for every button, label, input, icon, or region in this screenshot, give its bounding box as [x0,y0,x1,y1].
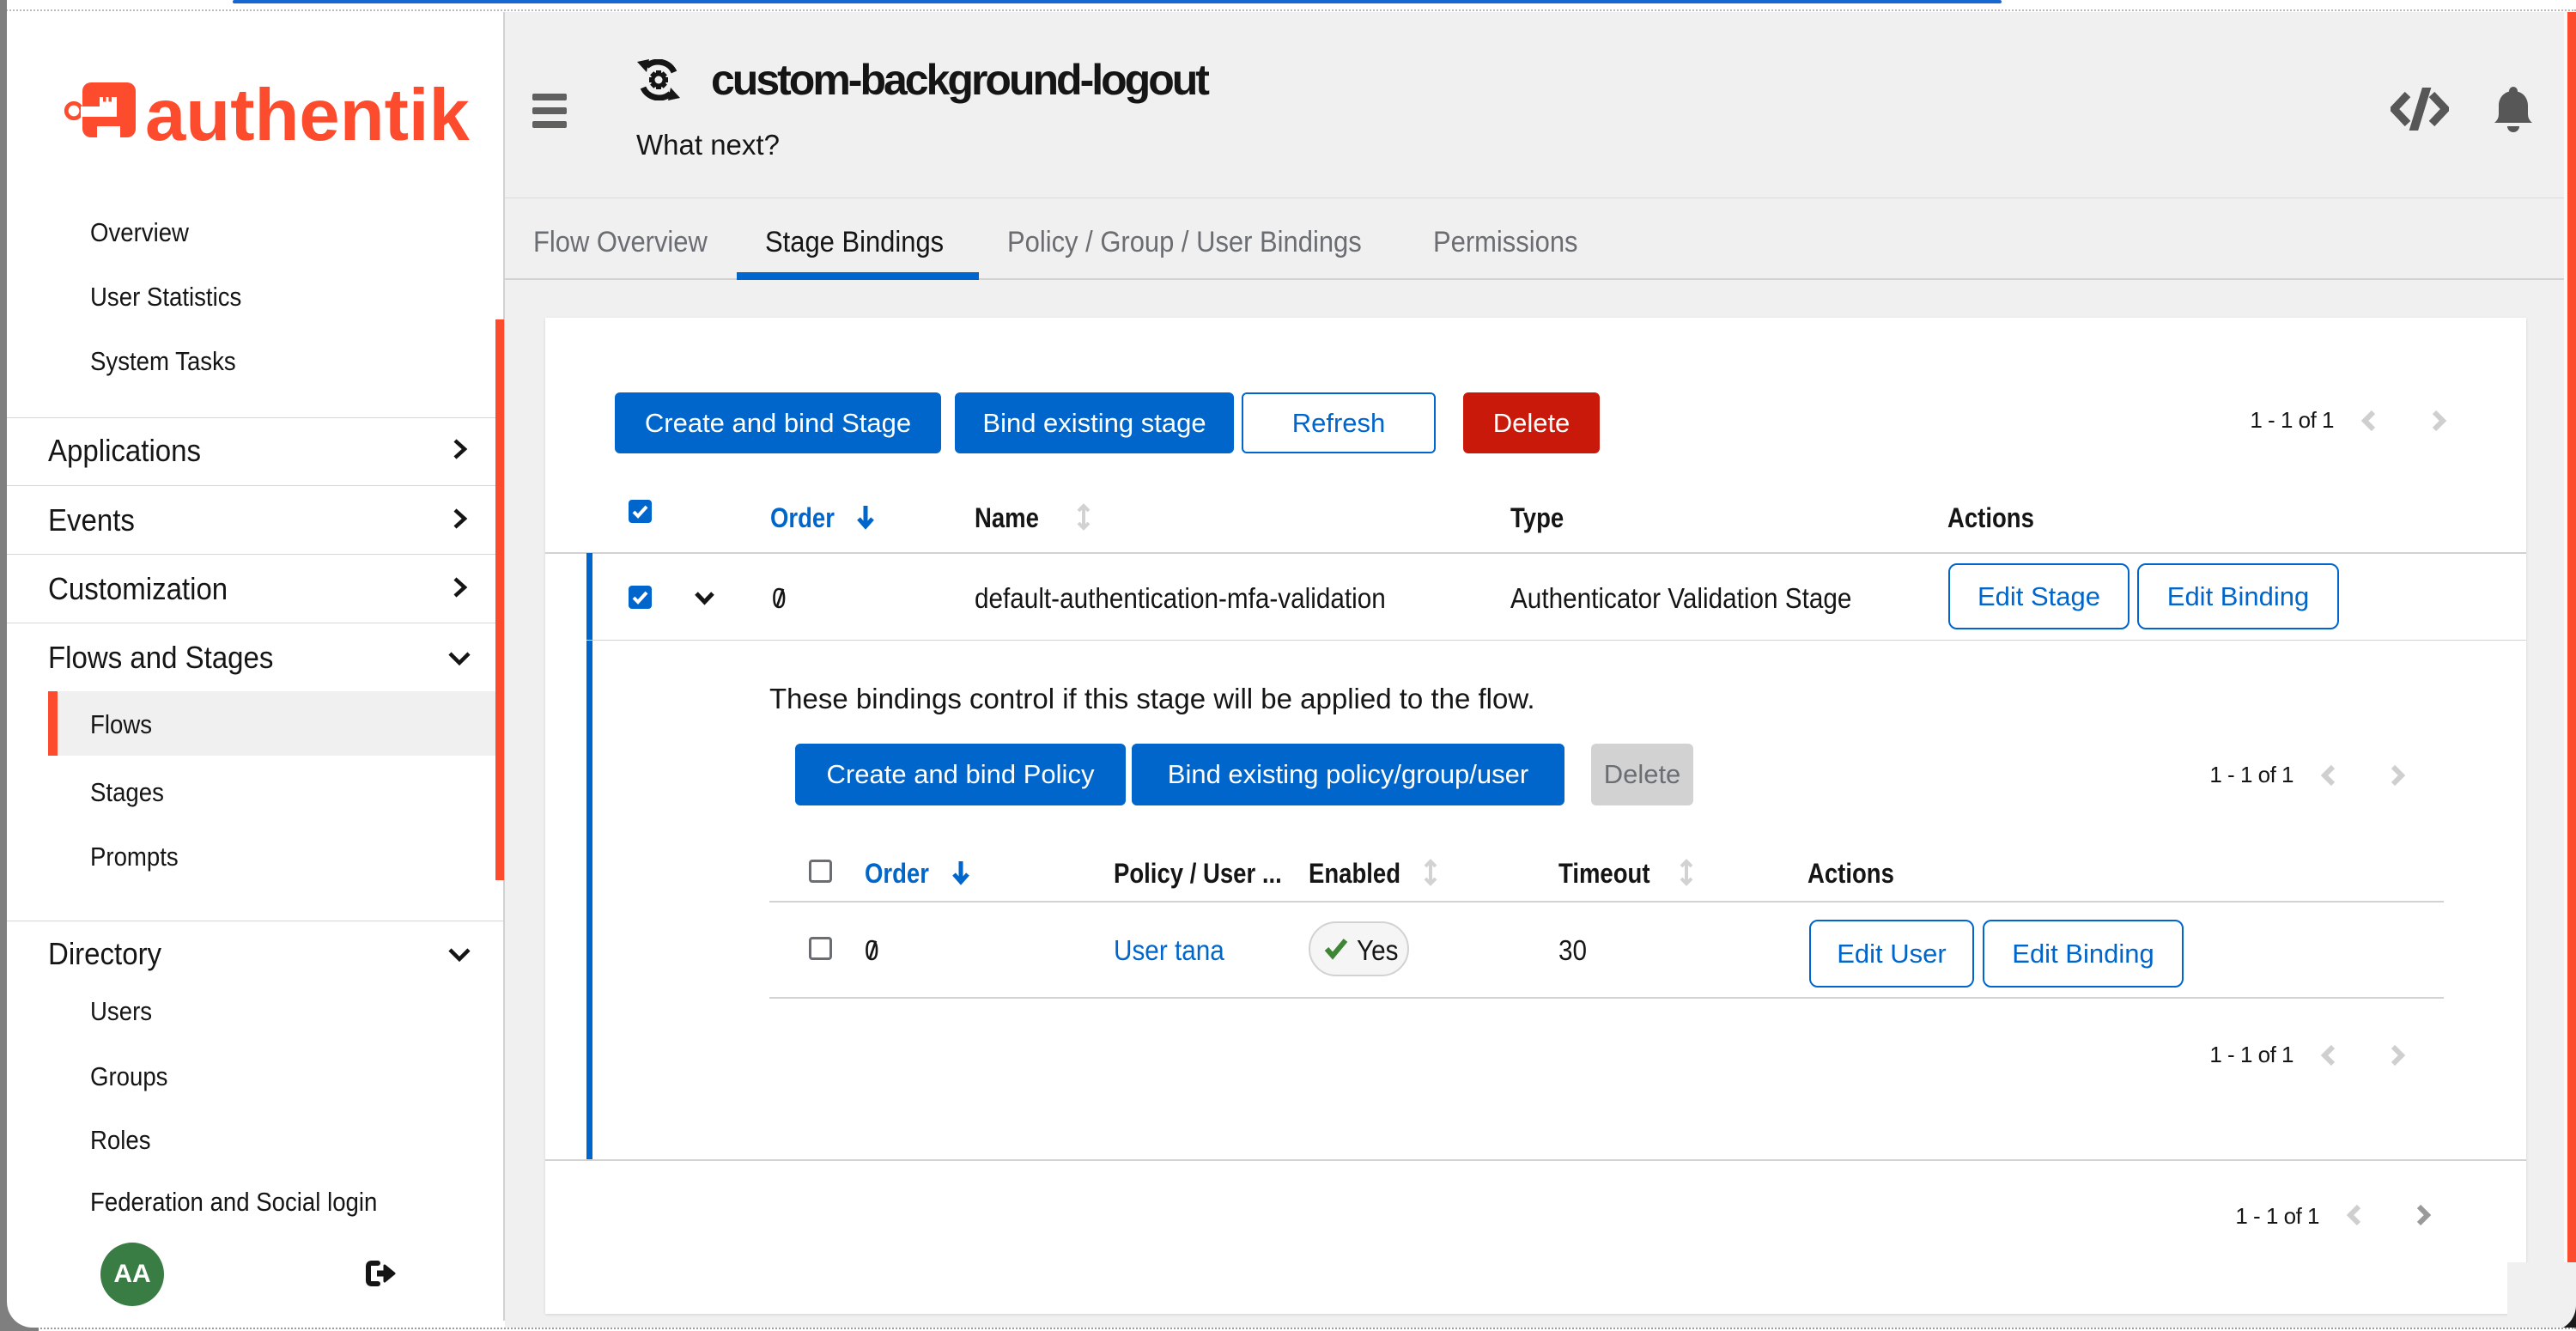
svg-text:authentik: authentik [145,75,471,156]
